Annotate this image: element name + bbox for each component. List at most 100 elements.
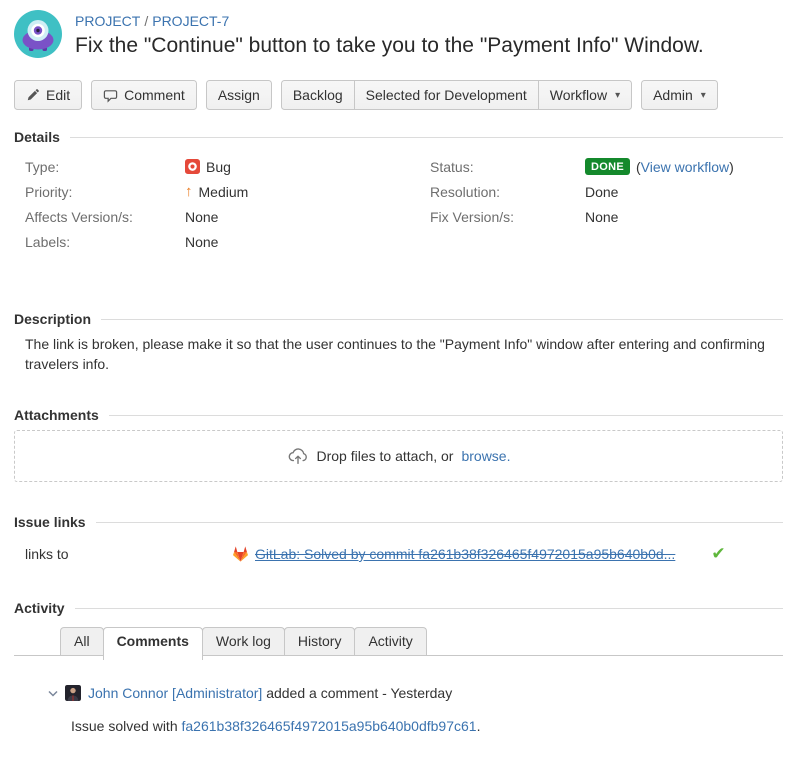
resolved-check-icon: ✔ [711,544,725,564]
gitlab-commit-link[interactable]: GitLab: Solved by commit fa261b38f326465… [255,546,675,562]
details-grid: Type: Bug Priority: ↑ Medium Affects Ver… [14,154,783,254]
edit-button[interactable]: Edit [14,80,82,110]
affects-version-value: None [185,209,218,225]
priority-value: ↑ Medium [185,183,248,200]
tab-work-log[interactable]: Work log [202,627,285,655]
issue-links-heading: Issue links [14,514,86,530]
labels-value: None [185,234,218,250]
description-section-heading: Description [14,311,783,327]
issue-link-row: links to GitLab: Solved by commit fa261b… [14,544,783,564]
breadcrumb: PROJECT/PROJECT-7 [75,10,704,29]
workflow-button-group: Backlog Selected for Development Workflo… [281,80,632,110]
paren-close: ) [729,159,734,175]
assign-button-label: Assign [218,87,260,103]
tab-all[interactable]: All [60,627,104,655]
collapse-comment-chevron-icon[interactable] [48,690,58,697]
comment-body: Issue solved with fa261b38f326465f497201… [14,718,783,734]
comment-action-text: added a comment - Yesterday [266,685,452,701]
section-rule [96,522,783,523]
resolution-label: Resolution: [430,184,585,200]
status-label: Status: [430,159,585,175]
fix-version-label: Fix Version/s: [430,209,585,225]
priority-label: Priority: [25,184,185,200]
edit-button-label: Edit [46,87,70,103]
resolution-value: Done [585,184,618,200]
activity-heading: Activity [14,600,65,616]
type-value: Bug [185,159,231,175]
status-badge: DONE [585,158,630,175]
tab-history[interactable]: History [284,627,356,655]
page-title: Fix the "Continue" button to take you to… [75,34,704,58]
section-rule [70,137,783,138]
activity-tabs-bar: All Comments Work log History Activity [14,627,783,656]
activity-tabs: All Comments Work log History Activity [60,627,426,655]
gitlab-icon [232,546,249,562]
tab-comments[interactable]: Comments [103,627,203,660]
breadcrumb-separator: / [140,13,152,29]
detail-row-fix-version: Fix Version/s: None [430,204,783,229]
comment-header-text: John Connor [Administrator] added a comm… [88,685,452,701]
backlog-button-label: Backlog [293,87,343,103]
detail-row-labels: Labels: None [25,229,430,254]
backlog-button[interactable]: Backlog [281,80,355,110]
breadcrumb-project-link[interactable]: PROJECT [75,13,140,29]
comment-bubble-icon [103,88,118,103]
type-value-text: Bug [206,159,231,175]
details-section-heading: Details [14,129,783,145]
details-right-column: Status: DONE (View workflow) Resolution:… [430,154,783,254]
dropzone-text: Drop files to attach, or [317,448,454,464]
description-heading: Description [14,311,91,327]
detail-row-priority: Priority: ↑ Medium [25,179,430,204]
comment-body-suffix: . [477,718,481,734]
user-avatar [65,685,81,701]
chevron-down-icon: ▾ [701,90,706,101]
detail-row-resolution: Resolution: Done [430,179,783,204]
comment-button-label: Comment [124,87,185,103]
section-rule [109,415,783,416]
commit-hash-link[interactable]: fa261b38f326465f4972015a95b640b0dfb97c61 [182,718,477,734]
issue-header: PROJECT/PROJECT-7 Fix the "Continue" but… [14,10,783,58]
workflow-dropdown-button[interactable]: Workflow ▾ [538,80,632,110]
browse-link[interactable]: browse. [461,448,510,464]
link-relation-label: links to [25,546,232,562]
comment-body-prefix: Issue solved with [71,718,182,734]
workflow-button-label: Workflow [550,87,607,103]
issue-page: PROJECT/PROJECT-7 Fix the "Continue" but… [0,0,797,734]
detail-row-type: Type: Bug [25,154,430,179]
pencil-icon [26,88,40,102]
section-rule [101,319,783,320]
detail-row-affects-version: Affects Version/s: None [25,204,430,229]
comment-button[interactable]: Comment [91,80,197,110]
comment-author-link[interactable]: John Connor [Administrator] [88,685,262,701]
selected-for-development-label: Selected for Development [366,87,527,103]
toolbar: Edit Comment Assign Backlog Selected for… [14,80,783,110]
attachments-dropzone[interactable]: Drop files to attach, or browse. [14,430,783,482]
header-text: PROJECT/PROJECT-7 Fix the "Continue" but… [75,10,704,58]
affects-version-label: Affects Version/s: [25,209,185,225]
chevron-down-icon: ▾ [615,90,620,101]
activity-section-heading: Activity [14,600,783,616]
admin-dropdown-button[interactable]: Admin ▾ [641,80,718,110]
issue-links-section-heading: Issue links [14,514,783,530]
fix-version-value: None [585,209,618,225]
assign-button[interactable]: Assign [206,80,272,110]
view-workflow-wrap: (View workflow) [636,159,734,175]
description-text: The link is broken, please make it so th… [14,334,774,374]
comment-header: John Connor [Administrator] added a comm… [14,685,783,701]
priority-value-text: Medium [199,184,249,200]
admin-button-label: Admin [653,87,693,103]
priority-arrow-icon: ↑ [185,183,193,200]
upload-cloud-icon [287,445,309,467]
section-rule [75,608,783,609]
detail-row-status: Status: DONE (View workflow) [430,154,783,179]
tab-activity[interactable]: Activity [354,627,426,655]
view-workflow-link[interactable]: View workflow [641,159,729,175]
breadcrumb-issue-link[interactable]: PROJECT-7 [152,13,229,29]
details-left-column: Type: Bug Priority: ↑ Medium Affects Ver… [25,154,430,254]
project-avatar [14,10,62,58]
type-label: Type: [25,159,185,175]
bug-type-icon [185,159,200,174]
labels-label: Labels: [25,234,185,250]
issue-link-item: GitLab: Solved by commit fa261b38f326465… [232,546,675,562]
selected-for-development-button[interactable]: Selected for Development [354,80,539,110]
